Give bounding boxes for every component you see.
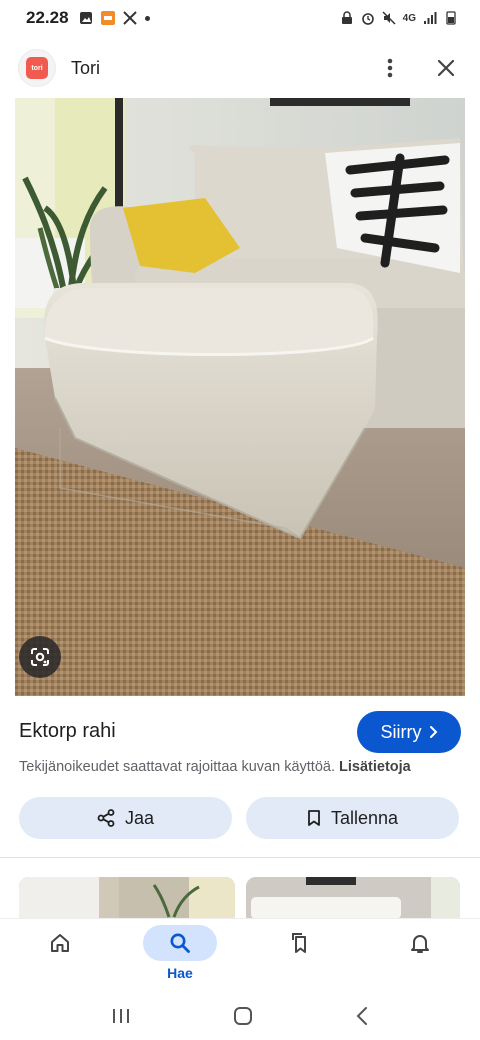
divider: [0, 857, 480, 858]
source-name[interactable]: Tori: [71, 58, 100, 79]
copyright-text: Tekijänoikeudet saattavat rajoittaa kuva…: [19, 759, 335, 775]
nav-notifications[interactable]: [380, 925, 460, 985]
save-button[interactable]: Tallenna: [246, 797, 459, 839]
search-icon: [170, 933, 190, 953]
visit-button[interactable]: Siirry: [357, 711, 461, 753]
tori-logo-mark: tori: [26, 57, 48, 79]
x-app-icon: [122, 11, 137, 25]
chevron-right-icon: [429, 726, 437, 738]
result-image[interactable]: [15, 98, 465, 696]
more-notifications-dot: [144, 15, 150, 21]
bookmark-icon: [308, 810, 320, 826]
related-image-1[interactable]: [19, 877, 235, 919]
system-status-icons: 4G: [340, 11, 458, 25]
home-button-icon[interactable]: [233, 1006, 253, 1026]
share-button[interactable]: Jaa: [19, 797, 232, 839]
related-image-2-photo: [246, 877, 460, 919]
tori-logo[interactable]: tori: [18, 49, 56, 87]
collections-icon: [292, 933, 306, 953]
status-bar: 22.28 4G: [0, 0, 480, 36]
app-notification-icon: [100, 11, 115, 25]
lens-button[interactable]: [19, 636, 61, 678]
more-options-button[interactable]: [374, 52, 406, 84]
back-icon[interactable]: [355, 1006, 369, 1026]
nav-home[interactable]: [20, 925, 100, 985]
close-icon: [437, 59, 455, 77]
visit-label: Siirry: [380, 721, 422, 742]
more-vert-icon: [387, 58, 393, 78]
result-title: Ektorp rahi: [19, 720, 116, 742]
learn-more-link[interactable]: Lisätietoja: [339, 759, 411, 775]
bottom-navigation: Hae: [0, 918, 480, 992]
gallery-icon: [79, 12, 92, 24]
source-header: tori Tori: [0, 44, 480, 92]
related-image-2[interactable]: [246, 877, 460, 919]
system-navigation-bar: [0, 992, 480, 1040]
google-lens-icon: [31, 648, 49, 666]
nav-collections[interactable]: [260, 925, 340, 985]
nav-search-label: Hae: [167, 965, 193, 981]
lock-icon: [341, 11, 352, 24]
share-icon: [97, 809, 115, 827]
copyright-notice: Tekijänoikeudet saattavat rajoittaa kuva…: [19, 759, 411, 775]
home-icon: [51, 934, 69, 952]
share-label: Jaa: [124, 807, 155, 828]
battery-icon: [446, 11, 456, 25]
status-time: 22.28: [26, 8, 69, 27]
recent-apps-icon[interactable]: [111, 1007, 131, 1025]
related-image-1-photo: [19, 877, 235, 919]
close-button[interactable]: [430, 52, 462, 84]
signal-icon: [424, 12, 437, 24]
notifications-icon: [411, 935, 429, 953]
mute-icon: [382, 11, 396, 25]
network-type: 4G: [402, 12, 416, 24]
nav-search[interactable]: Hae: [140, 925, 220, 985]
alarm-icon: [361, 13, 374, 25]
notification-icons: [79, 11, 150, 25]
ottoman-photo: [15, 98, 465, 696]
save-label: Tallenna: [330, 807, 399, 828]
